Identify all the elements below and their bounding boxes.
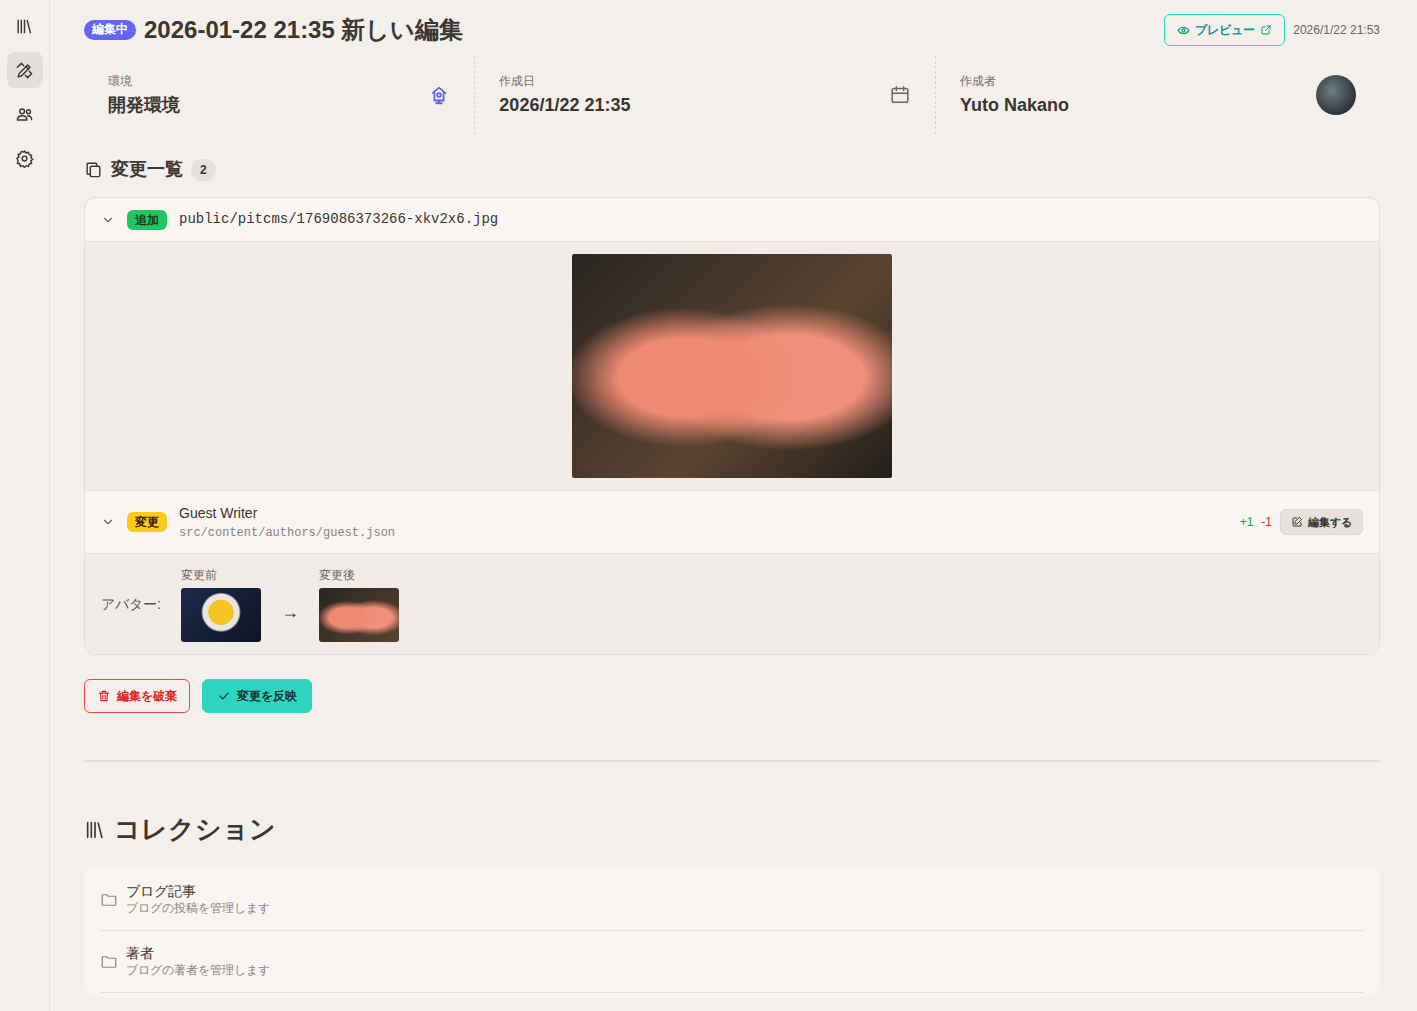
edit-button[interactable]: 編集する bbox=[1280, 509, 1363, 536]
discard-button[interactable]: 編集を破棄 bbox=[84, 679, 190, 713]
info-label: 作成者 bbox=[960, 72, 1069, 90]
copy-icon bbox=[84, 160, 103, 179]
after-label: 変更後 bbox=[319, 566, 399, 584]
info-text: 作成日 2026/1/22 21:35 bbox=[499, 72, 630, 119]
before-thumbnail bbox=[181, 588, 261, 642]
entry-title: Guest Writer bbox=[179, 503, 395, 524]
change-badge: 変更 bbox=[127, 512, 167, 532]
preview-label: プレビュー bbox=[1195, 21, 1255, 39]
info-value: 2026/1/22 21:35 bbox=[499, 92, 630, 119]
edit-title: 2026-01-22 21:35 新しい編集 bbox=[144, 14, 463, 45]
eye-icon bbox=[1177, 24, 1190, 37]
sidebar-item[interactable] bbox=[7, 140, 43, 176]
sidebar-item[interactable] bbox=[7, 8, 43, 44]
edit-icon bbox=[1291, 516, 1303, 528]
after-value: 変更後 bbox=[319, 566, 399, 642]
app-shell: 編集中 2026-01-22 21:35 新しい編集 プレビュー 2026/1/22 … bbox=[0, 0, 1417, 1011]
chevron-down-icon bbox=[101, 515, 115, 529]
header: 編集中 2026-01-22 21:35 新しい編集 プレビュー 2026/1/22 … bbox=[84, 12, 1380, 48]
file-path: src/content/authors/guest.json bbox=[179, 524, 395, 542]
changes-title: 変更一覧 bbox=[111, 156, 183, 183]
status-badge: 編集中 bbox=[84, 20, 136, 40]
calendar-icon bbox=[889, 84, 911, 106]
info-text: 環境開発環境 bbox=[108, 72, 180, 119]
edit-label: 編集する bbox=[1308, 514, 1352, 531]
changes-list: 追加 public/pitcms/1769086373266-xkv2x6.jpg… bbox=[84, 197, 1380, 655]
before-label: 変更前 bbox=[181, 566, 261, 584]
collections-list: ブログ記事ブログの投稿を管理します著者ブログの著者を管理します bbox=[84, 865, 1380, 997]
info-label: 環境 bbox=[108, 72, 180, 90]
apply-label: 変更を反映 bbox=[237, 687, 297, 705]
after-thumbnail bbox=[319, 588, 399, 642]
info-value: Yuto Nakano bbox=[960, 92, 1069, 119]
field-diff: アバター: 変更前 → 変更後 bbox=[85, 554, 1379, 654]
preview-photo bbox=[572, 254, 892, 478]
arrow: → bbox=[281, 599, 299, 626]
info-cell: 作成日 2026/1/22 21:35 bbox=[474, 56, 935, 134]
image-preview bbox=[85, 242, 1379, 491]
main-content: 編集中 2026-01-22 21:35 新しい編集 プレビュー 2026/1/22 … bbox=[50, 0, 1417, 1011]
sidebar-item[interactable] bbox=[7, 52, 43, 88]
library-icon bbox=[15, 17, 34, 36]
file-path: public/pitcms/1769086373266-xkv2x6.jpg bbox=[179, 209, 498, 230]
collection-name: ブログ記事 bbox=[126, 883, 270, 901]
collection-item[interactable]: 著者ブログの著者を管理します bbox=[100, 931, 1364, 993]
actions: 編集を破棄 変更を反映 bbox=[84, 679, 1380, 713]
discard-label: 編集を破棄 bbox=[117, 687, 177, 705]
info-label: 作成日 bbox=[499, 72, 630, 90]
apply-button[interactable]: 変更を反映 bbox=[202, 679, 312, 713]
divider bbox=[84, 760, 1380, 762]
changes-heading: 変更一覧 2 bbox=[84, 156, 1380, 183]
environment-icon bbox=[428, 84, 450, 106]
external-link-icon bbox=[1260, 24, 1272, 36]
gear-icon bbox=[15, 149, 34, 168]
updated-time: 2026/1/22 21:53 bbox=[1293, 21, 1380, 39]
author-avatar bbox=[1316, 75, 1356, 115]
collection-text: ブログ記事ブログの投稿を管理します bbox=[126, 883, 270, 916]
library-icon bbox=[84, 819, 106, 841]
info-cell: 環境開発環境 bbox=[84, 56, 474, 134]
info-cell: 作成者 Yuto Nakano bbox=[935, 56, 1380, 134]
change-item: 変更 Guest Writersrc/content/authors/guest.… bbox=[85, 491, 1379, 654]
folder-icon bbox=[100, 953, 118, 971]
change-badge: 追加 bbox=[127, 210, 167, 230]
check-icon bbox=[217, 689, 231, 703]
preview-button[interactable]: プレビュー bbox=[1164, 14, 1285, 46]
change-header[interactable]: 変更 Guest Writersrc/content/authors/guest.… bbox=[85, 491, 1379, 554]
collection-item[interactable]: ブログ記事ブログの投稿を管理します bbox=[100, 869, 1364, 931]
removed-count: -1 bbox=[1261, 513, 1272, 531]
collection-description: ブログの投稿を管理します bbox=[126, 901, 270, 917]
collection-text: 著者ブログの著者を管理します bbox=[126, 945, 270, 978]
field-label: アバター: bbox=[101, 594, 161, 615]
change-meta: +1 -1 編集する bbox=[1240, 509, 1363, 536]
changes-count: 2 bbox=[191, 159, 216, 181]
change-text: Guest Writersrc/content/authors/guest.js… bbox=[179, 503, 395, 542]
info-value: 開発環境 bbox=[108, 92, 180, 119]
change-header[interactable]: 追加 public/pitcms/1769086373266-xkv2x6.jpg bbox=[85, 198, 1379, 242]
collections-heading: コレクション bbox=[84, 810, 1380, 849]
edit-tools-icon bbox=[15, 61, 34, 80]
chevron-down-icon bbox=[101, 213, 115, 227]
collection-name: 著者 bbox=[126, 945, 270, 963]
before-value: 変更前 bbox=[181, 566, 261, 642]
app: 編集中 2026-01-22 21:35 新しい編集 プレビュー 2026/1/22 … bbox=[0, 0, 1417, 1011]
info-row: 環境開発環境 作成日 2026/1/22 21:35 作成者 Yuto Nakano bbox=[84, 56, 1380, 134]
header-actions: プレビュー 2026/1/22 21:53 bbox=[1164, 14, 1380, 46]
users-icon bbox=[15, 105, 34, 124]
folder-icon bbox=[100, 891, 118, 909]
collection-description: ブログの著者を管理します bbox=[126, 963, 270, 979]
trash-icon bbox=[97, 689, 111, 703]
added-count: +1 bbox=[1240, 513, 1254, 531]
collections-title: コレクション bbox=[114, 810, 276, 849]
info-text: 作成者 Yuto Nakano bbox=[960, 72, 1069, 119]
sidebar bbox=[0, 0, 50, 1011]
sidebar-item[interactable] bbox=[7, 96, 43, 132]
change-item: 追加 public/pitcms/1769086373266-xkv2x6.jpg bbox=[85, 198, 1379, 491]
